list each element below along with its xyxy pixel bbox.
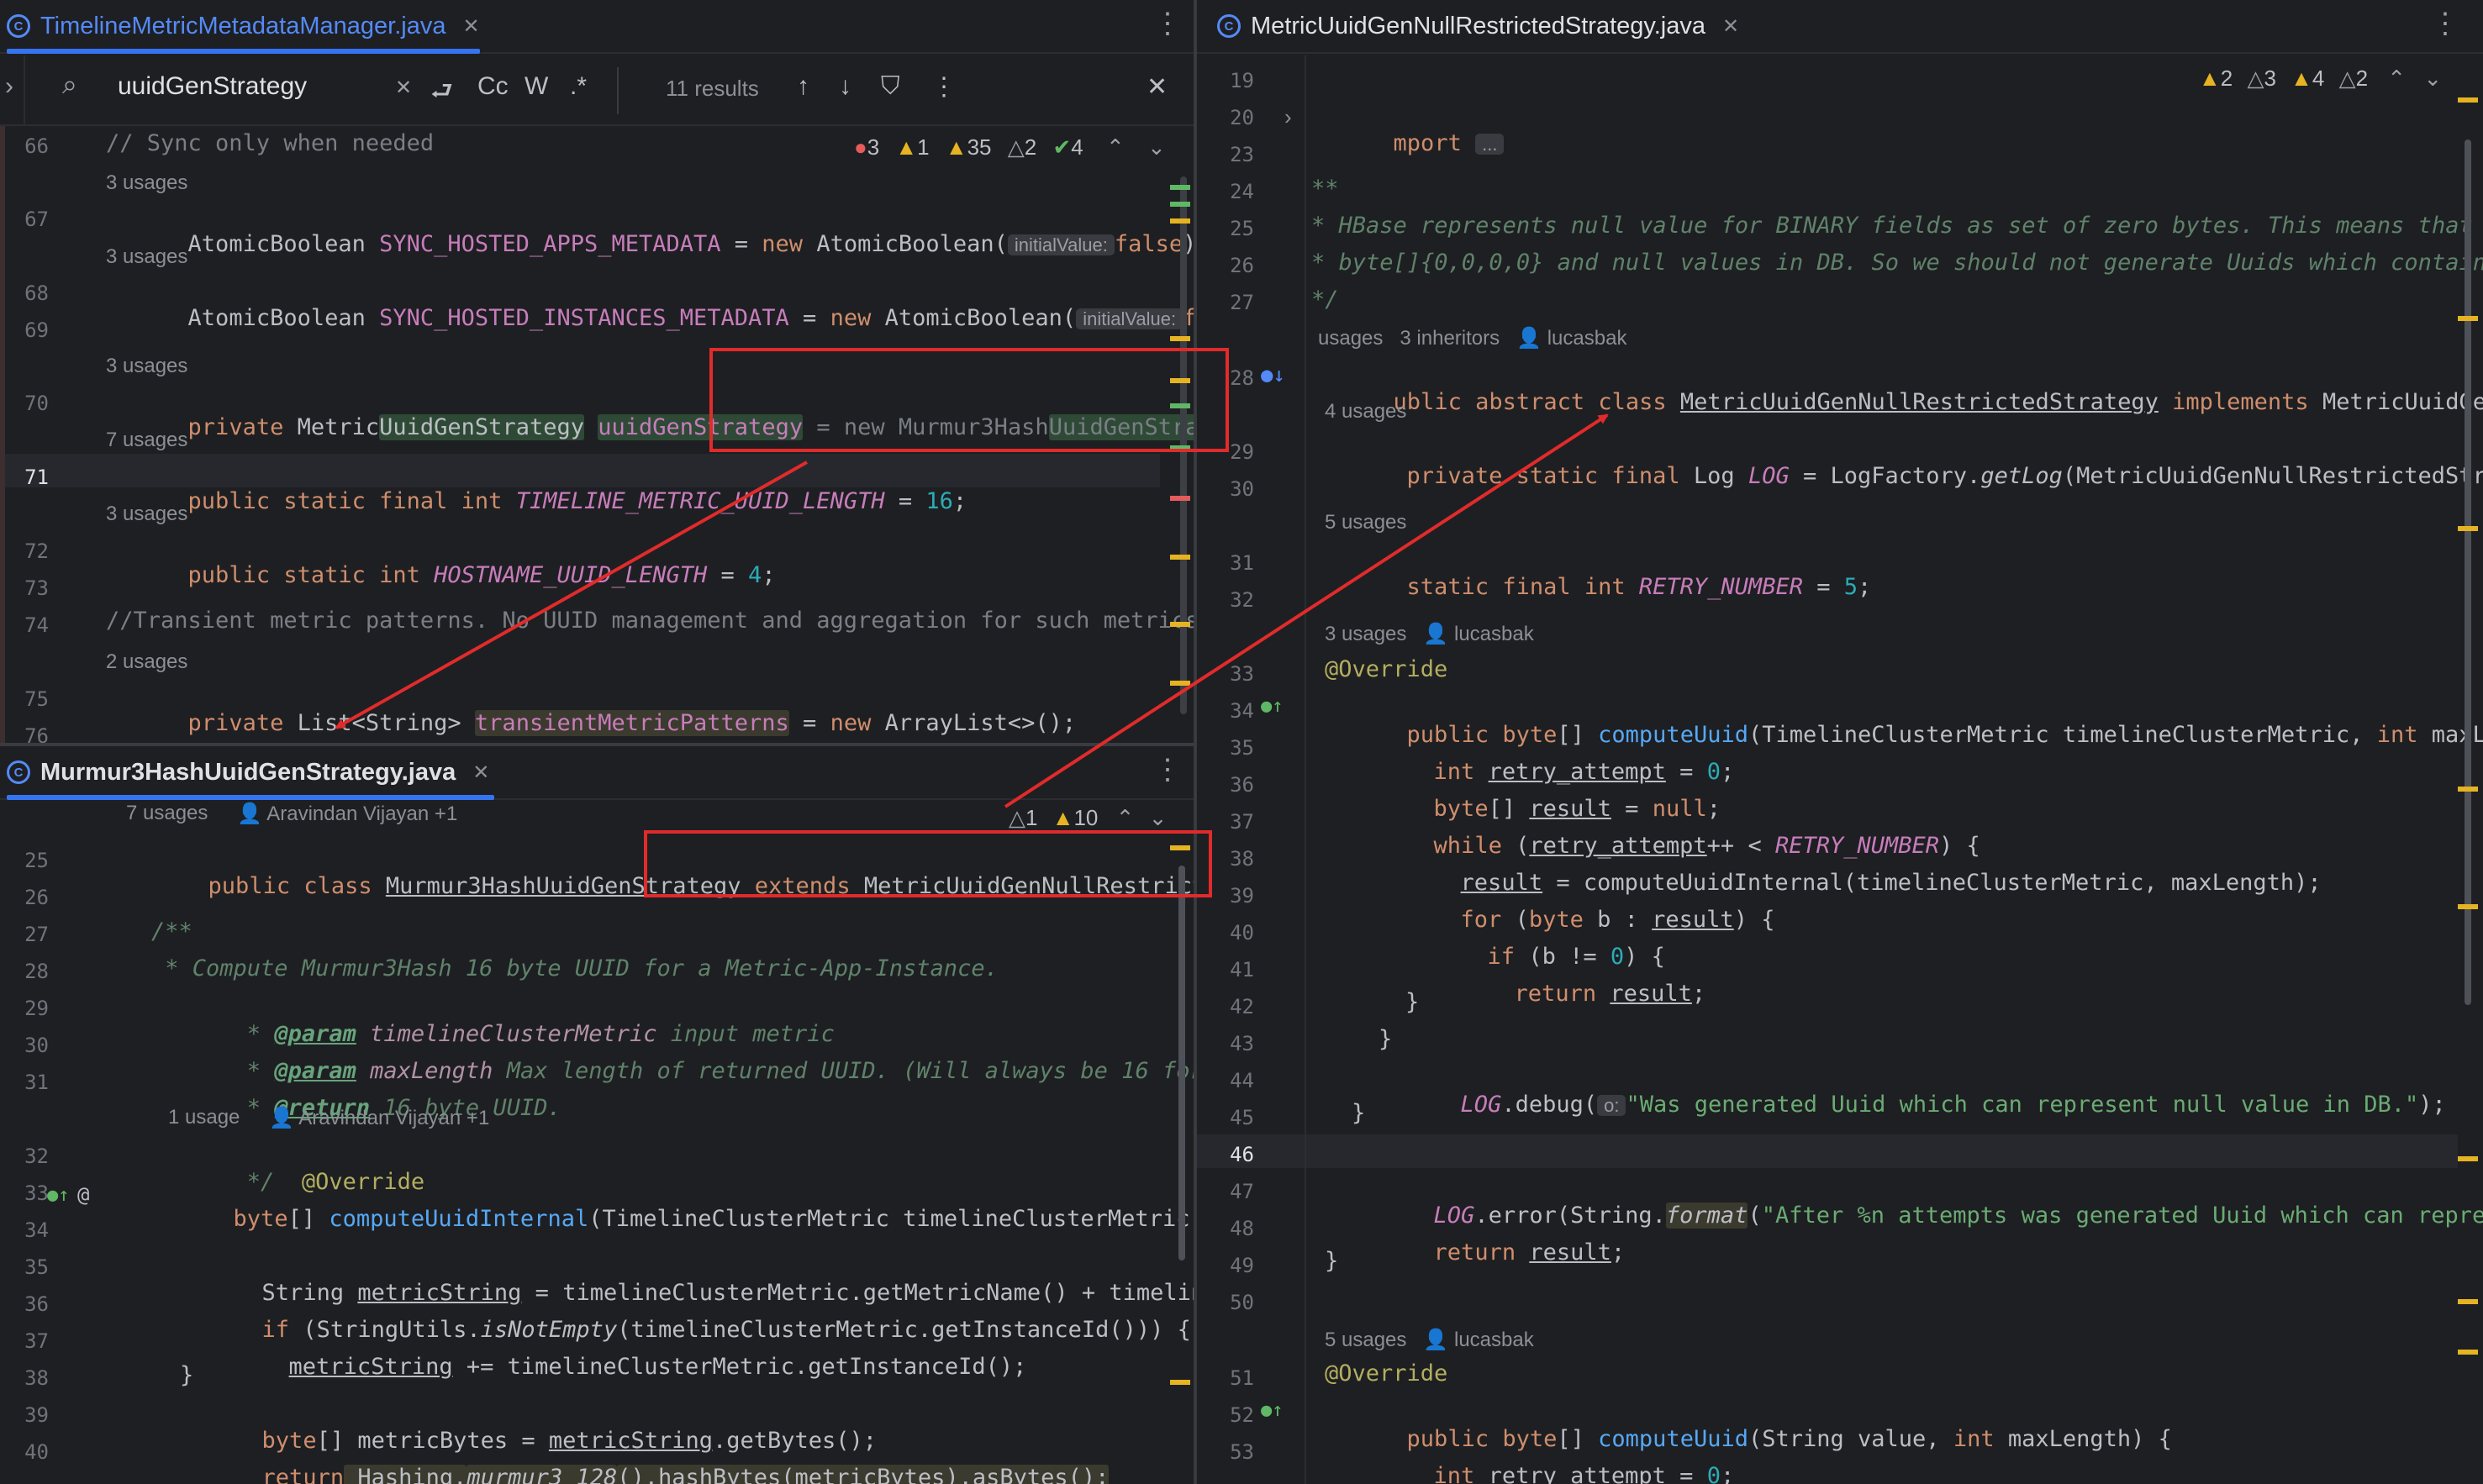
- annotation-arrows: [335, 413, 1609, 808]
- annotation-arrow-to-subclass: [335, 460, 808, 729]
- annotation-arrow-to-superclass: [1004, 413, 1609, 808]
